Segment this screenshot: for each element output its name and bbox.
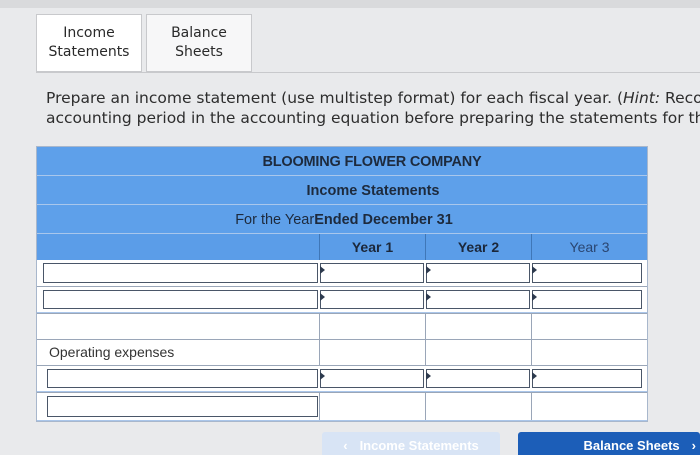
column-separator [425,393,426,420]
year-2-amount-input[interactable] [426,263,530,283]
year-3-amount-input[interactable] [532,290,642,309]
table-row [37,286,647,312]
dropdown-marker-icon [532,293,537,301]
year-3-amount-input[interactable] [532,369,642,388]
chevron-right-icon: › [691,437,696,453]
next-balance-sheets-button[interactable]: Balance Sheets › [518,432,700,455]
column-separator [319,314,320,339]
column-header-row: Year 1 Year 2 Year 3 [37,234,647,260]
expense-label-input[interactable] [47,369,318,388]
column-separator [531,340,532,365]
year-1-amount-input[interactable] [320,290,424,309]
dropdown-marker-icon [320,293,325,301]
dropdown-marker-icon [426,266,431,274]
column-year-3: Year 3 [531,234,647,260]
year-2-amount-input[interactable] [426,369,530,388]
table-row: Operating expenses [37,339,647,365]
column-separator [531,314,532,339]
prev-button-label: Income Statements [359,437,479,453]
instructions-text: Prepare an income statement (use multist… [46,88,700,128]
year-1-amount-input[interactable] [320,263,424,283]
statement-period: For the Year Ended December 31 [37,205,647,234]
row-label-input[interactable] [43,263,318,283]
income-statement-table: BLOOMING FLOWER COMPANY Income Statement… [36,146,648,422]
statement-title: Income Statements [306,182,440,199]
dropdown-marker-icon [320,266,325,274]
top-strip [0,0,700,8]
dropdown-marker-icon [426,372,431,380]
table-row [37,260,647,286]
dropdown-marker-icon [532,372,537,380]
year-1-amount-input[interactable] [320,369,424,388]
column-separator [425,314,426,339]
hint-label: Hint: [623,89,661,107]
instructions-line2: accounting period in the accounting equa… [46,109,700,127]
table-row [37,313,647,339]
column-separator [425,340,426,365]
period-prefix: For the Year [235,211,315,228]
instructions-line1: Prepare an income statement (use multist… [46,89,624,107]
chevron-left-icon: ‹ [343,437,348,453]
next-button-label: Balance Sheets [583,437,680,453]
column-separator [319,393,320,420]
dropdown-marker-icon [426,293,431,301]
prev-income-statements-button[interactable]: ‹ Income Statements [322,432,500,455]
statement-tabs: Income Statements Balance Sheets [36,14,252,72]
column-year-1: Year 1 [319,234,425,260]
tab-divider [36,72,700,73]
company-name: BLOOMING FLOWER COMPANY [262,153,482,170]
tab-income-statements[interactable]: Income Statements [36,14,142,72]
period-suffix: Ended December 31 [314,211,453,228]
table-row [37,365,647,391]
year-3-amount-input[interactable] [532,263,642,283]
expense-label-input[interactable] [47,396,318,417]
column-year-2: Year 2 [425,234,531,260]
operating-expenses-label: Operating expenses [49,344,175,360]
dropdown-marker-icon [320,372,325,380]
dropdown-marker-icon [532,266,537,274]
instructions-line1-cont: Reco [660,89,700,107]
table-row [37,392,647,420]
row-label-input[interactable] [43,290,318,309]
column-separator [319,340,320,365]
year-2-amount-input[interactable] [426,290,530,309]
tab-balance-sheets[interactable]: Balance Sheets [146,14,252,72]
column-separator [531,393,532,420]
